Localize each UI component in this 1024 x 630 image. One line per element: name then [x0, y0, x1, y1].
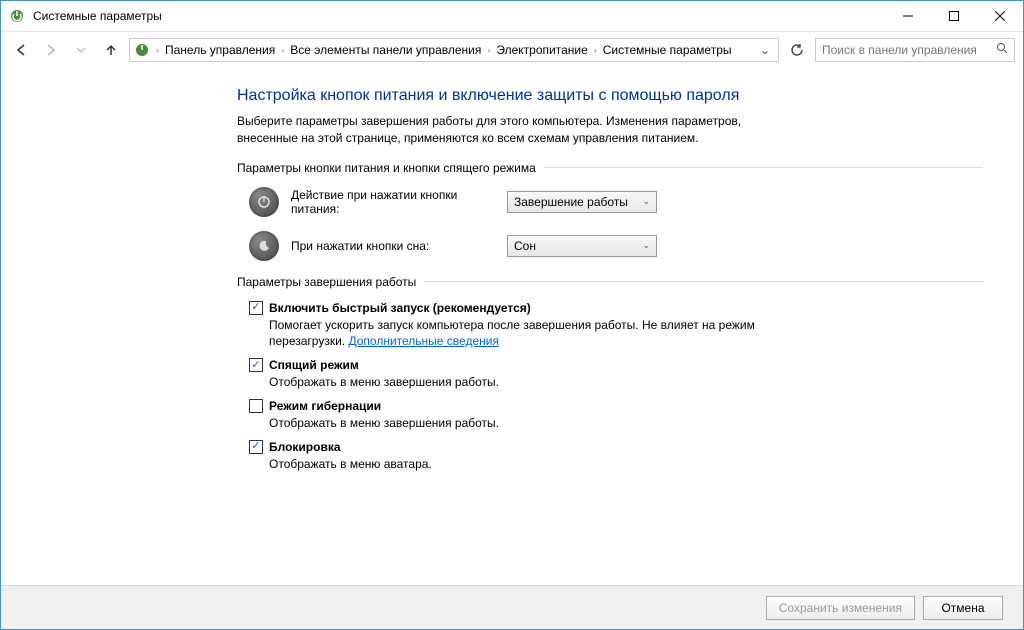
cancel-button[interactable]: Отмена	[923, 596, 1003, 620]
chevron-down-icon[interactable]: ⌄	[760, 43, 770, 57]
sleep-icon	[249, 231, 279, 261]
fast-startup-label: Включить быстрый запуск (рекомендуется)	[269, 301, 531, 315]
navbar: › Панель управления › Все элементы панел…	[1, 31, 1023, 67]
titlebar: Системные параметры	[1, 1, 1023, 31]
sleep-button-dropdown[interactable]: Сон ⌄	[507, 235, 657, 257]
lock-option: ✓ Блокировка Отображать в меню аватара.	[249, 440, 983, 473]
lock-checkbox[interactable]: ✓	[249, 440, 263, 454]
sleep-desc: Отображать в меню завершения работы.	[269, 374, 789, 391]
lock-label: Блокировка	[269, 440, 341, 454]
sleep-label: Спящий режим	[269, 358, 359, 372]
chevron-right-icon: ›	[592, 45, 599, 55]
power-button-dropdown[interactable]: Завершение работы ⌄	[507, 191, 657, 213]
footer: Сохранить изменения Отмена	[1, 585, 1023, 629]
breadcrumb-item[interactable]: Все элементы панели управления	[286, 43, 485, 57]
power-options-icon	[134, 42, 150, 58]
minimize-button[interactable]	[885, 1, 931, 31]
sleep-option: ✓ Спящий режим Отображать в меню заверше…	[249, 358, 983, 391]
fast-startup-desc: Помогает ускорить запуск компьютера посл…	[269, 317, 789, 351]
page-heading: Настройка кнопок питания и включение защ…	[237, 87, 983, 105]
chevron-right-icon: ›	[485, 45, 492, 55]
group-label-buttons: Параметры кнопки питания и кнопки спящег…	[237, 161, 983, 175]
close-button[interactable]	[977, 1, 1023, 31]
power-icon	[249, 187, 279, 217]
breadcrumb-item[interactable]: Панель управления	[161, 43, 279, 57]
maximize-button[interactable]	[931, 1, 977, 31]
fast-startup-checkbox[interactable]: ✓	[249, 301, 263, 315]
save-button[interactable]: Сохранить изменения	[766, 596, 915, 620]
power-button-label: Действие при нажатии кнопки питания:	[291, 188, 507, 216]
group-label-shutdown: Параметры завершения работы	[237, 275, 983, 289]
breadcrumb-item[interactable]: Системные параметры	[599, 43, 736, 57]
search-box[interactable]	[815, 38, 1015, 62]
breadcrumb-item[interactable]: Электропитание	[492, 43, 591, 57]
fast-startup-option: ✓ Включить быстрый запуск (рекомендуется…	[249, 301, 983, 351]
content-area: Настройка кнопок питания и включение защ…	[1, 67, 1023, 473]
sleep-button-setting: При нажатии кнопки сна: Сон ⌄	[249, 231, 983, 261]
chevron-right-icon: ›	[279, 45, 286, 55]
power-button-setting: Действие при нажатии кнопки питания: Зав…	[249, 187, 983, 217]
window-controls	[885, 1, 1023, 31]
window-title: Системные параметры	[33, 9, 885, 23]
hibernate-option: Режим гибернации Отображать в меню завер…	[249, 399, 983, 432]
recent-dropdown[interactable]	[69, 38, 93, 62]
refresh-button[interactable]	[785, 38, 809, 62]
sleep-button-label: При нажатии кнопки сна:	[291, 239, 507, 253]
more-info-link[interactable]: Дополнительные сведения	[348, 334, 498, 348]
breadcrumb[interactable]: › Панель управления › Все элементы панел…	[129, 38, 779, 62]
dropdown-value: Завершение работы	[514, 195, 628, 209]
up-button[interactable]	[99, 38, 123, 62]
hibernate-checkbox[interactable]	[249, 399, 263, 413]
forward-button[interactable]	[39, 38, 63, 62]
hibernate-label: Режим гибернации	[269, 399, 381, 413]
page-description: Выберите параметры завершения работы для…	[237, 113, 797, 147]
search-input[interactable]	[822, 43, 996, 57]
hibernate-desc: Отображать в меню завершения работы.	[269, 415, 789, 432]
chevron-down-icon: ⌄	[642, 196, 650, 207]
chevron-down-icon: ⌄	[642, 240, 650, 251]
sleep-checkbox[interactable]: ✓	[249, 358, 263, 372]
chevron-right-icon: ›	[154, 45, 161, 55]
search-icon	[996, 42, 1008, 57]
lock-desc: Отображать в меню аватара.	[269, 456, 789, 473]
app-icon	[9, 8, 25, 24]
back-button[interactable]	[9, 38, 33, 62]
dropdown-value: Сон	[514, 239, 536, 253]
